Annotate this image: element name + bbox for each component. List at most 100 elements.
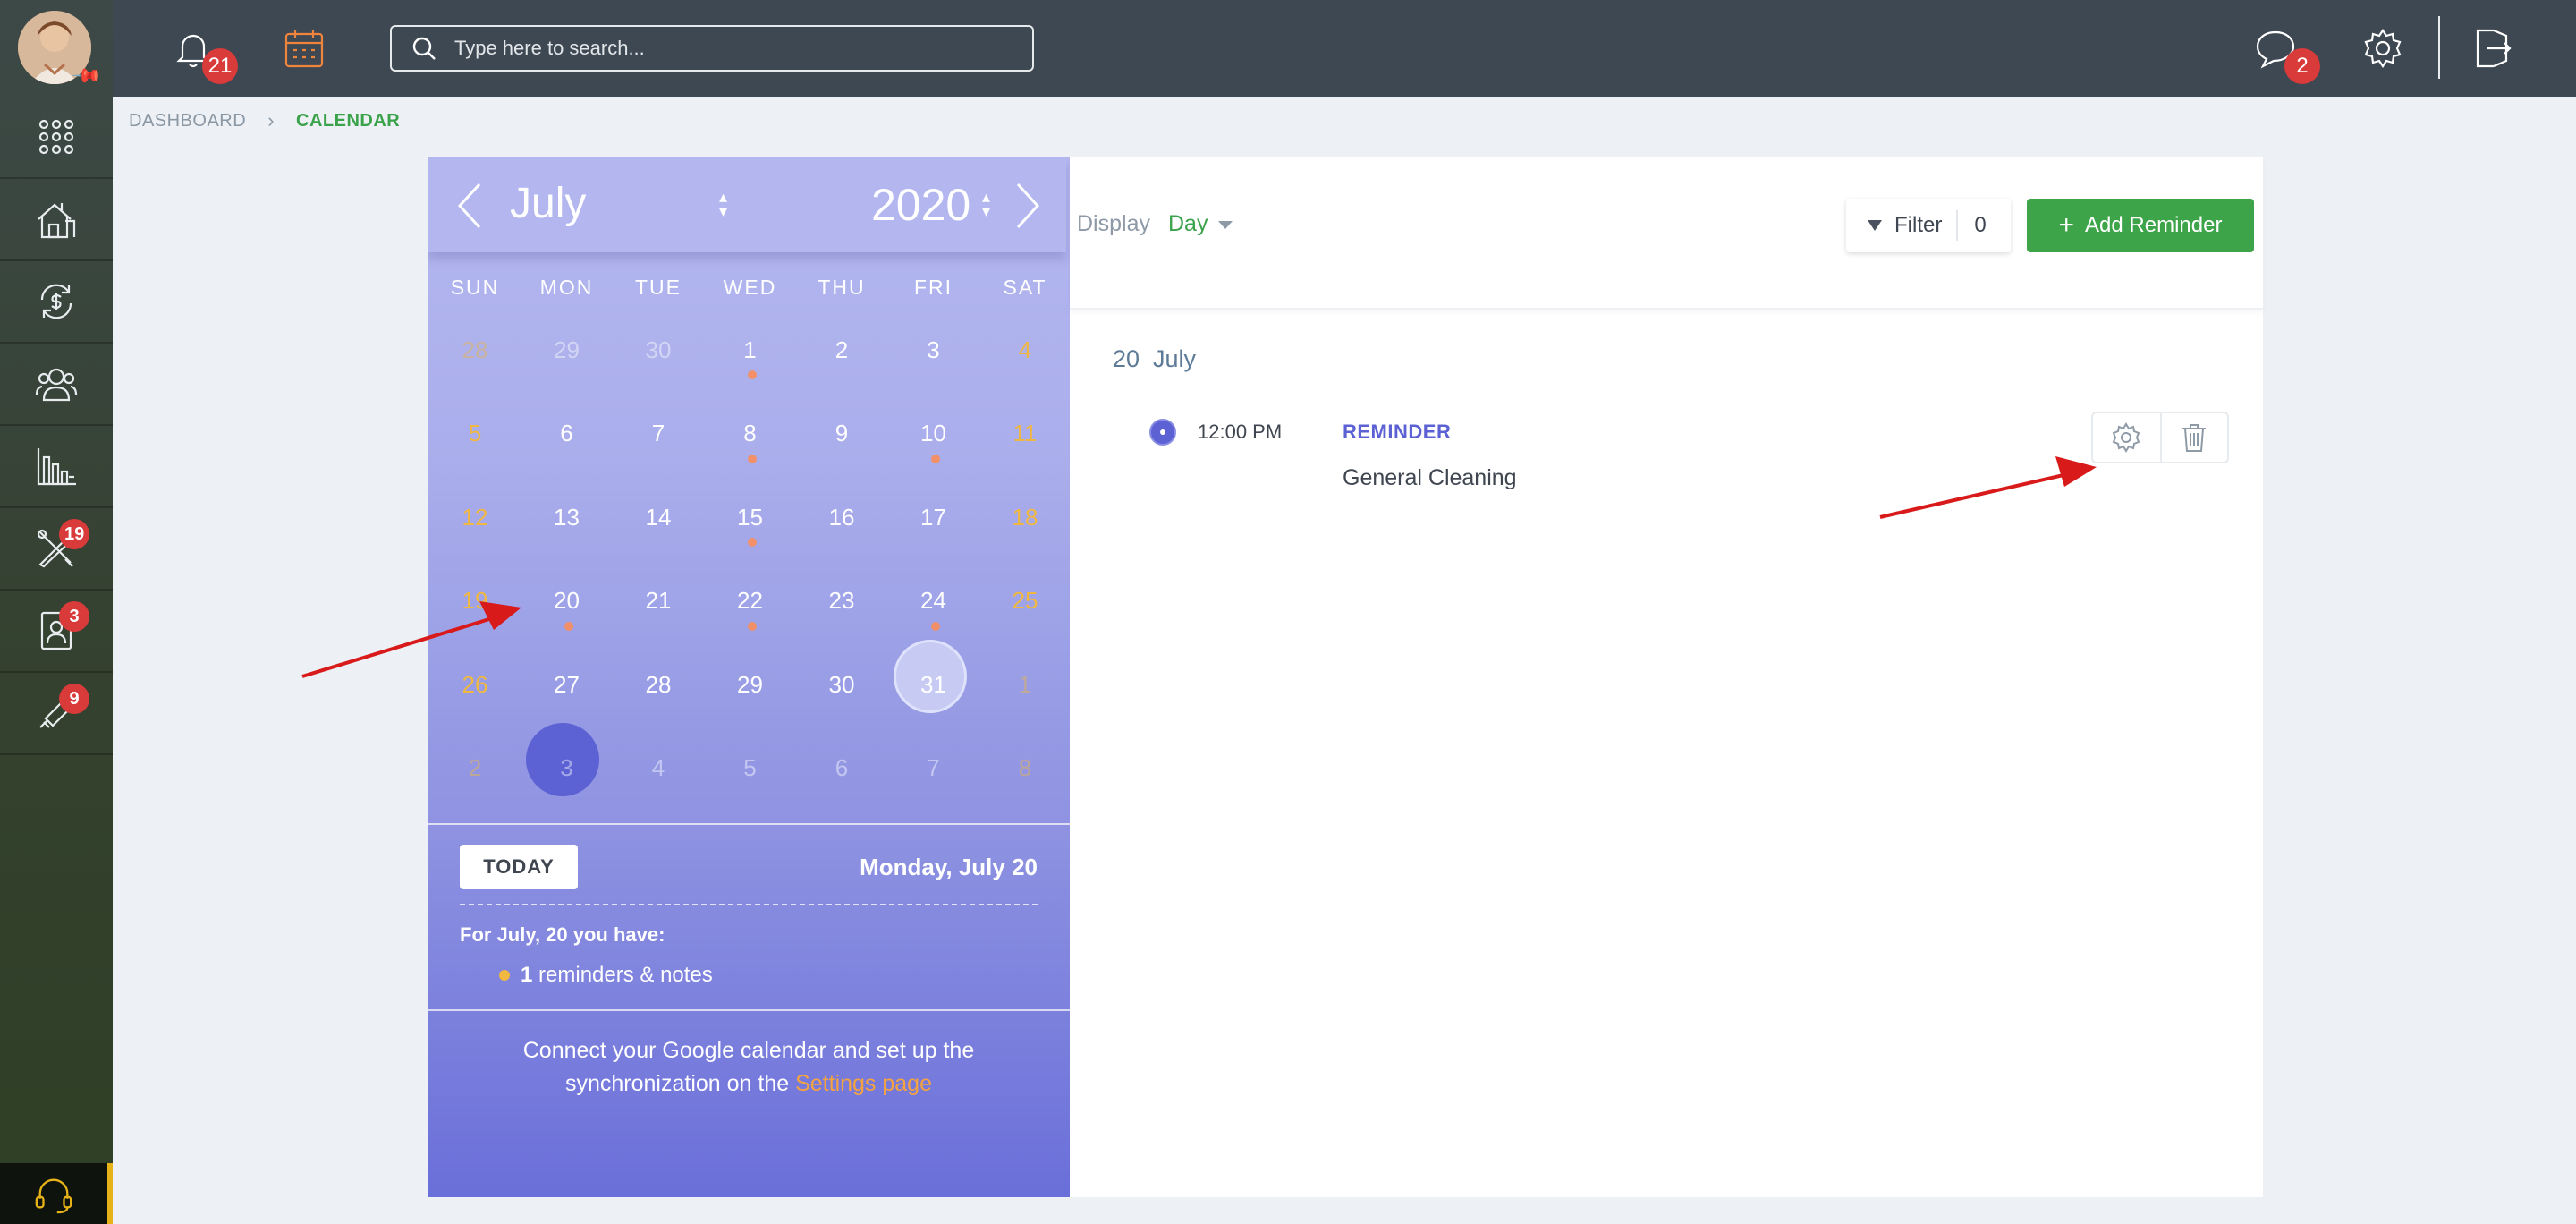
calendar-day[interactable]: 6 [796, 727, 887, 811]
settings-button[interactable] [2356, 21, 2410, 75]
sidebar-item-properties[interactable] [0, 179, 113, 261]
display-label: Display [1077, 211, 1150, 236]
calendar-day-number: 29 [737, 670, 763, 698]
event-delete-button[interactable] [2159, 413, 2227, 462]
calendar-day[interactable]: 2 [429, 727, 521, 811]
calendar-day[interactable]: 28 [429, 308, 521, 392]
calendar-day[interactable]: 8 [979, 727, 1070, 811]
calendar-divider [428, 823, 1070, 825]
event-status-radio[interactable] [1149, 419, 1176, 446]
prev-month-button[interactable] [453, 179, 488, 233]
sidebar-item-maintenance[interactable]: 19 [0, 508, 113, 591]
calendar-day-number: 4 [651, 754, 665, 781]
calendar-day[interactable]: 27 [521, 642, 613, 727]
display-mode-select[interactable]: Day [1168, 211, 1208, 237]
user-avatar[interactable]: 📌 [18, 11, 103, 92]
calendar-day[interactable]: 6 [521, 392, 613, 476]
sidebar-item-contacts[interactable]: 3 [0, 591, 113, 673]
search-input[interactable] [454, 37, 1009, 60]
calendar-day[interactable]: 1 [705, 308, 796, 392]
calendar-day[interactable]: 29 [705, 642, 796, 727]
calendar-day-number: 24 [920, 587, 946, 614]
calendar-day[interactable]: 16 [796, 475, 887, 559]
google-connect-text: Connect your Google calendar and set up … [428, 1034, 1070, 1101]
notifications-button[interactable]: 21 [166, 21, 238, 84]
filter-button[interactable]: Filter 0 [1846, 199, 2011, 252]
sidebar-item-marketing[interactable]: 9 [0, 673, 113, 755]
calendar-day[interactable]: 31 [888, 642, 979, 727]
messages-button[interactable]: 2 [2249, 21, 2320, 84]
calendar-divider-2 [428, 1009, 1070, 1011]
year-label[interactable]: 2020 [871, 179, 970, 231]
calendar-shortcut-button[interactable] [277, 21, 331, 75]
event-name[interactable]: General Cleaning [1343, 465, 1517, 491]
calendar-day-number: 11 [1013, 420, 1038, 446]
calendar-day[interactable]: 30 [613, 308, 704, 392]
calendar-day[interactable]: 10 [888, 392, 979, 476]
calendar-day-number: 6 [835, 754, 849, 781]
event-type: REMINDER [1343, 421, 1452, 443]
settings-page-link[interactable]: Settings page [795, 1071, 932, 1096]
sidebar-item-apps[interactable] [0, 97, 113, 179]
calendar-header: July ▴ ▾ 2020 ▴ ▾ [428, 157, 1066, 252]
calendar-day[interactable]: 7 [613, 392, 704, 476]
month-label[interactable]: July [510, 179, 586, 228]
calendar-day[interactable]: 7 [888, 727, 979, 811]
support-button[interactable] [0, 1163, 113, 1224]
calendar-day[interactable]: 5 [429, 392, 521, 476]
breadcrumb-dashboard[interactable]: DASHBOARD [129, 111, 246, 132]
sidebar-item-finance[interactable] [0, 261, 113, 344]
calendar-day-number: 18 [1012, 503, 1038, 531]
calendar-day-number: 15 [737, 503, 763, 531]
calendar-day[interactable]: 29 [521, 308, 613, 392]
year-spinner[interactable]: ▴ ▾ [982, 189, 990, 219]
calendar-day[interactable]: 4 [979, 308, 1070, 392]
calendar-day[interactable]: 17 [888, 475, 979, 559]
calendar-day[interactable]: 5 [705, 727, 796, 811]
calendar-day[interactable]: 3 [521, 727, 613, 811]
calendar-day[interactable]: 30 [796, 642, 887, 727]
currency-exchange-icon [40, 284, 72, 319]
calendar-day[interactable]: 26 [429, 642, 521, 727]
calendar-day-number: 25 [1012, 587, 1038, 614]
event-settings-button[interactable] [2093, 413, 2160, 462]
sidebar-item-people[interactable] [0, 344, 113, 426]
filter-label: Filter [1894, 213, 1943, 237]
calendar-day[interactable]: 24 [888, 559, 979, 643]
caret-down-icon[interactable] [1218, 221, 1233, 229]
summary-text: reminders & notes [532, 963, 713, 987]
calendar-panel: July ▴ ▾ 2020 ▴ ▾ SUN MON TUE WED THU FRI SAT 28… [428, 157, 1070, 1197]
calendar-day[interactable]: 12 [429, 475, 521, 559]
calendar-day[interactable]: 28 [613, 642, 704, 727]
calendar-day-number: 3 [927, 336, 940, 363]
calendar-day[interactable]: 13 [521, 475, 613, 559]
today-button[interactable]: TODAY [460, 845, 578, 889]
logout-button[interactable] [2465, 21, 2519, 75]
calendar-day[interactable]: 22 [705, 559, 796, 643]
chevron-right-icon: › [267, 109, 275, 132]
calendar-day[interactable]: 20 [521, 559, 613, 643]
calendar-day-number: 1 [743, 336, 757, 363]
calendar-day[interactable]: 23 [796, 559, 887, 643]
calendar-day-number: 29 [554, 336, 580, 363]
breadcrumb: DASHBOARD › CALENDAR [129, 109, 400, 132]
calendar-day[interactable]: 11 [979, 392, 1070, 476]
calendar-day[interactable]: 2 [796, 308, 887, 392]
calendar-day[interactable]: 1 [979, 642, 1070, 727]
calendar-day[interactable]: 4 [613, 727, 704, 811]
calendar-day[interactable]: 19 [429, 559, 521, 643]
calendar-day[interactable]: 14 [613, 475, 704, 559]
next-month-button[interactable] [1009, 179, 1045, 233]
calendar-day[interactable]: 3 [888, 308, 979, 392]
month-spinner[interactable]: ▴ ▾ [719, 189, 727, 219]
add-reminder-button[interactable]: + Add Reminder [2027, 199, 2254, 252]
calendar-day[interactable]: 21 [613, 559, 704, 643]
search-bar[interactable] [390, 25, 1034, 72]
calendar-day[interactable]: 18 [979, 475, 1070, 559]
calendar-day[interactable]: 15 [705, 475, 796, 559]
calendar-day[interactable]: 25 [979, 559, 1070, 643]
sidebar-item-reports[interactable] [0, 426, 113, 508]
calendar-day[interactable]: 9 [796, 392, 887, 476]
calendar-day[interactable]: 8 [705, 392, 796, 476]
plus-icon: + [2058, 210, 2075, 240]
